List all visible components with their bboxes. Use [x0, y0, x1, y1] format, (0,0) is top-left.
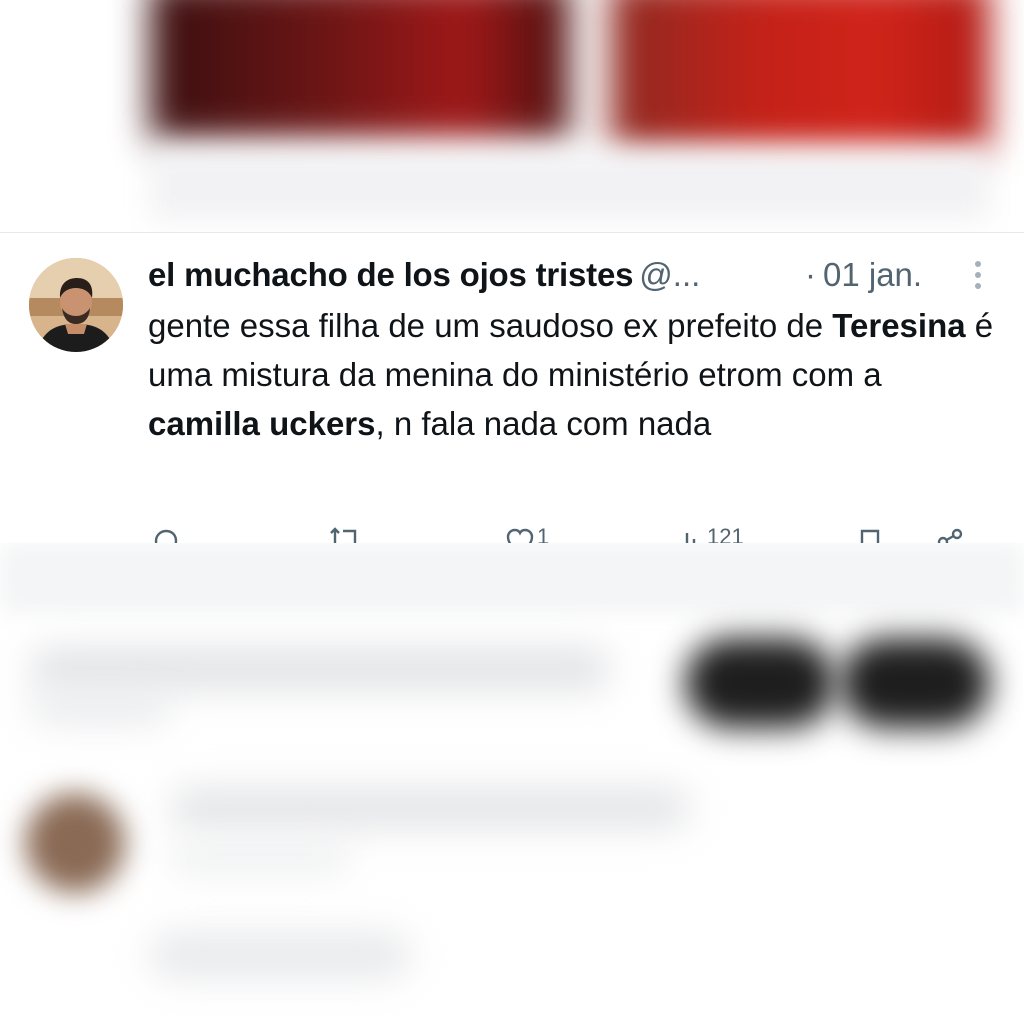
- blurred-text: [30, 693, 170, 723]
- blurred-text: [30, 648, 610, 690]
- display-name[interactable]: el muchacho de los ojos tristes: [148, 256, 633, 293]
- tweet-text-part: , n fala nada com nada: [375, 405, 712, 442]
- separator-dot: ·: [805, 256, 816, 293]
- blurred-text: [170, 788, 690, 828]
- blurred-image-left: [150, 0, 570, 140]
- blurred-text: [150, 933, 410, 978]
- views-count: 121: [707, 524, 744, 544]
- blurred-image-right: [610, 0, 990, 150]
- avatar[interactable]: [29, 258, 123, 352]
- more-options-icon[interactable]: [966, 259, 990, 293]
- retweet-icon: [330, 527, 357, 543]
- tweet-text-bold: Teresina: [832, 307, 966, 344]
- tweet-text-bold: camilla uckers: [148, 405, 376, 442]
- tweet-action-bar: 1 121: [150, 523, 980, 543]
- heart-icon: [506, 528, 534, 543]
- blurred-avatar: [25, 793, 125, 893]
- tweet-header: el muchacho de los ojos tristes @... · 01…: [148, 253, 998, 297]
- blurred-caption-strip: [150, 150, 990, 220]
- blurred-media-area: [0, 0, 1024, 232]
- user-handle[interactable]: @...: [639, 256, 700, 293]
- screenshot-page: el muchacho de los ojos tristes @... · 01…: [0, 0, 1024, 1024]
- blurred-lower-area: [0, 543, 1024, 1024]
- bookmark-icon: [860, 529, 880, 543]
- tweet[interactable]: el muchacho de los ojos tristes @... · 01…: [0, 233, 1024, 543]
- tweet-text-part: gente essa filha de um saudoso ex prefei…: [148, 307, 833, 344]
- reply-icon: [154, 529, 178, 543]
- tweet-text: gente essa filha de um saudoso ex prefei…: [148, 301, 998, 448]
- blurred-button: [685, 638, 835, 728]
- share-icon: [937, 528, 963, 543]
- like-count: 1: [537, 524, 550, 544]
- post-timestamp[interactable]: 01 jan.: [823, 253, 922, 297]
- blurred-band: [0, 543, 1024, 613]
- views-icon: [678, 533, 696, 543]
- blurred-button: [840, 638, 990, 728]
- blurred-text: [170, 843, 350, 873]
